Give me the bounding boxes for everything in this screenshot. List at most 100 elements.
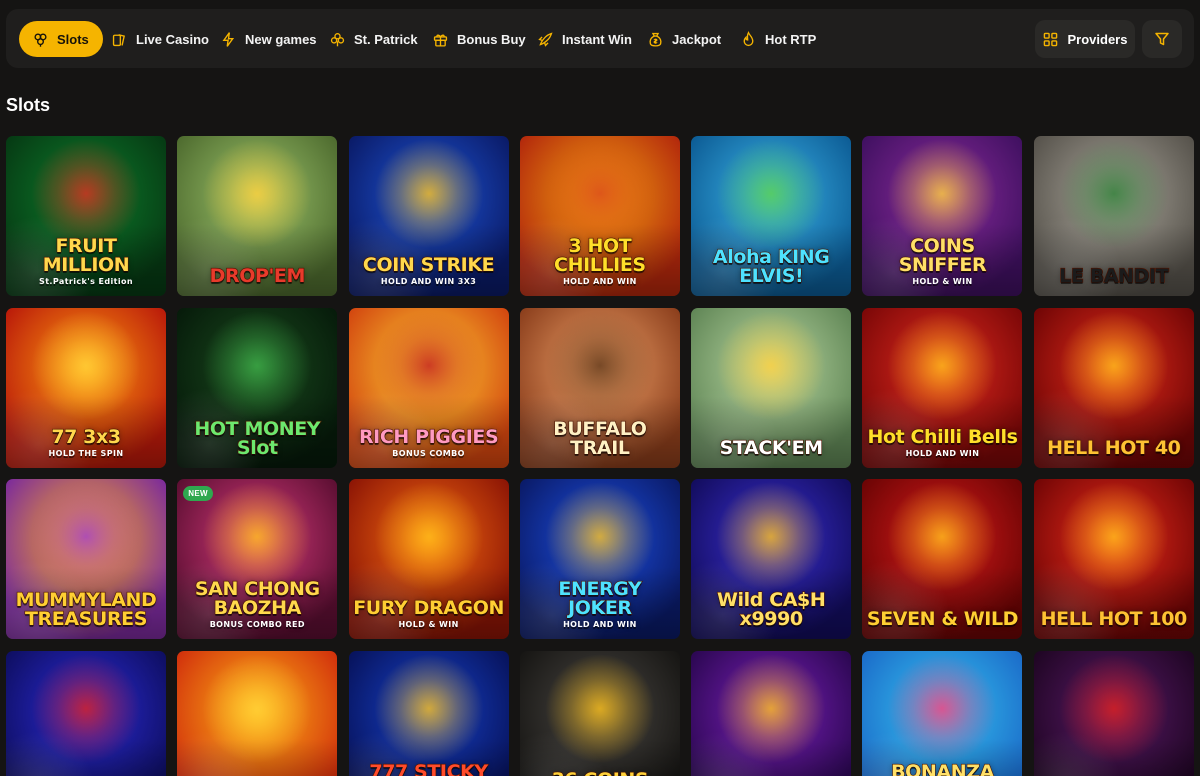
- game-tile[interactable]: CROWN COINS: [177, 650, 338, 776]
- game-tile[interactable]: Hot Coins: [1033, 650, 1194, 776]
- providers-button[interactable]: Providers: [1035, 20, 1135, 58]
- game-title-text: HELL HOT 100: [1040, 608, 1188, 630]
- tab-bonus-buy[interactable]: Bonus Buy: [431, 21, 526, 57]
- game-subtitle: BONUS COMBO RED: [209, 620, 305, 629]
- game-tile[interactable]: BONANZA BILLION: [862, 650, 1023, 776]
- game-title: RICH PIGGIES BONUS COMBO: [353, 426, 505, 458]
- game-title-text: BONANZA BILLION: [890, 760, 994, 776]
- game-subtitle: HOLD & WIN: [398, 620, 459, 629]
- game-title: LE BANDIT: [1038, 265, 1190, 287]
- game-subtitle: HOLD & WIN: [912, 277, 973, 286]
- game-tile[interactable]: 777 STICKY COIN: [348, 650, 509, 776]
- clover-icon: [31, 30, 49, 48]
- rocket-icon: [536, 30, 554, 48]
- game-tile[interactable]: NEW SAN CHONG BAOZHA BONUS COMBO RED: [177, 479, 338, 639]
- game-subtitle: HOLD AND WIN: [563, 277, 637, 286]
- game-subtitle: St.Patrick's Edition: [39, 277, 133, 286]
- game-title-text: FRUIT MILLION: [42, 235, 130, 276]
- game-tile[interactable]: ROYAL JOKER: [691, 650, 852, 776]
- tab-new-games[interactable]: New games: [219, 21, 317, 57]
- game-tile[interactable]: HOT MONEY Slot: [177, 307, 338, 468]
- game-artwork-emblem: [519, 650, 680, 776]
- game-title: FRUIT MILLION St.Patrick's Edition: [10, 235, 162, 286]
- game-title-text: 3 HOT CHILLIES: [553, 235, 646, 276]
- game-tile[interactable]: 3 HOT CHILLIES HOLD AND WIN: [519, 136, 680, 296]
- tab-jackpot[interactable]: Jackpot: [646, 21, 721, 57]
- game-tile[interactable]: Wild CA$H x9990: [691, 479, 852, 639]
- game-artwork-emblem: [1033, 650, 1194, 776]
- tab-label: Hot RTP: [765, 31, 817, 47]
- tab-instant-win[interactable]: Instant Win: [536, 21, 632, 57]
- game-tile[interactable]: FURY DRAGON HOLD & WIN: [348, 479, 509, 639]
- game-tile[interactable]: MUMMYLAND TREASURES: [6, 479, 166, 639]
- tab-label: Live Casino: [136, 31, 209, 47]
- game-tile[interactable]: FRUIT MILLION St.Patrick's Edition: [6, 136, 166, 296]
- game-title-text: LE BANDIT: [1059, 265, 1170, 287]
- game-title: Hot Chilli Bells HOLD AND WIN: [866, 426, 1019, 458]
- category-bar: Slots Live Casino New games St. Patrick …: [6, 9, 1194, 68]
- filter-button[interactable]: [1142, 20, 1182, 58]
- game-tile[interactable]: 77 3x3 HOLD THE SPIN: [6, 307, 166, 468]
- game-title-text: DROP'EM: [209, 265, 306, 287]
- game-tile[interactable]: STACK'EM: [691, 307, 852, 468]
- game-title: 3 HOT CHILLIES HOLD AND WIN: [524, 235, 676, 286]
- game-tile[interactable]: Hot Chilli Bells HOLD AND WIN: [862, 307, 1023, 468]
- game-tile[interactable]: LUCKY FRUIT: [6, 650, 166, 776]
- game-subtitle: HOLD AND WIN: [905, 448, 980, 458]
- game-tile[interactable]: RICH PIGGIES BONUS COMBO: [348, 307, 509, 468]
- game-title-text: COIN STRIKE: [362, 254, 495, 276]
- game-title: ENERGY JOKER HOLD AND WIN: [524, 579, 676, 629]
- game-tile[interactable]: HELL HOT 40: [1033, 307, 1194, 468]
- game-tile[interactable]: BUFFALO TRAIL: [519, 307, 680, 468]
- cards-icon: [110, 30, 128, 48]
- tab-label: New games: [245, 31, 317, 47]
- game-title: STACK'EM: [695, 436, 847, 459]
- game-tile[interactable]: Aloha KING ELVIS!: [691, 136, 852, 296]
- game-tile[interactable]: 36 COINSHOLD THE JACKPOT: [519, 650, 680, 776]
- money-bag-icon: [646, 30, 664, 48]
- game-title: 36 COINSHOLD THE JACKPOT: [524, 769, 676, 776]
- game-title: COIN STRIKE HOLD AND WIN 3X3: [353, 254, 505, 286]
- game-tile[interactable]: HELL HOT 100: [1033, 479, 1194, 639]
- game-title-text: FURY DRAGON: [353, 597, 505, 619]
- providers-label: Providers: [1067, 31, 1128, 47]
- game-title: MUMMYLAND TREASURES: [10, 589, 162, 630]
- tab-live-casino[interactable]: Live Casino: [110, 21, 209, 57]
- game-title-text: 777 STICKY COIN: [369, 760, 489, 776]
- game-title-text: SEVEN & WILD: [866, 608, 1019, 630]
- game-title-text: COINS SNIFFER: [898, 235, 987, 276]
- section-title: Slots: [6, 95, 51, 115]
- game-tile[interactable]: ENERGY JOKER HOLD AND WIN: [519, 479, 680, 639]
- game-title: Aloha KING ELVIS!: [695, 247, 847, 286]
- new-badge: NEW: [183, 486, 213, 501]
- games-grid: FRUIT MILLION St.Patrick's Edition DROP'EM…: [6, 136, 1194, 776]
- filter-icon: [1154, 31, 1170, 47]
- game-tile[interactable]: LE BANDIT: [1033, 136, 1194, 296]
- game-subtitle: HOLD AND WIN: [563, 620, 637, 629]
- game-tile[interactable]: SEVEN & WILD: [862, 479, 1023, 639]
- game-title: 777 STICKY COIN: [353, 760, 505, 776]
- game-artwork-emblem: [177, 650, 338, 776]
- game-title: SEVEN & WILD: [866, 608, 1019, 630]
- game-tile[interactable]: COINS SNIFFER HOLD & WIN: [862, 136, 1023, 296]
- game-title: 77 3x3 HOLD THE SPIN: [10, 426, 162, 458]
- game-tile[interactable]: COIN STRIKE HOLD AND WIN 3X3: [348, 136, 509, 296]
- tab-hot-rtp[interactable]: Hot RTP: [739, 21, 816, 57]
- tab-st-patrick[interactable]: St. Patrick: [328, 21, 418, 57]
- tab-label: Slots: [57, 31, 89, 47]
- tab-label: Jackpot: [672, 31, 722, 47]
- grid-icon: [1043, 32, 1058, 47]
- game-artwork-emblem: [691, 650, 852, 776]
- game-artwork-emblem: [862, 650, 1023, 776]
- game-title-text: STACK'EM: [719, 436, 824, 459]
- shamrock-icon: [328, 30, 346, 48]
- game-title-text: HOT MONEY Slot: [194, 417, 321, 459]
- tab-slots[interactable]: Slots: [19, 21, 103, 57]
- game-title-text: MUMMYLAND TREASURES: [15, 589, 157, 630]
- game-artwork-emblem: [348, 650, 509, 776]
- game-tile[interactable]: DROP'EM: [177, 136, 338, 296]
- game-title-text: BUFFALO TRAIL: [553, 417, 648, 459]
- game-subtitle: HOLD THE SPIN: [48, 448, 124, 458]
- tab-label: Bonus Buy: [457, 31, 526, 47]
- game-title-text: Wild CA$H x9990: [716, 589, 826, 630]
